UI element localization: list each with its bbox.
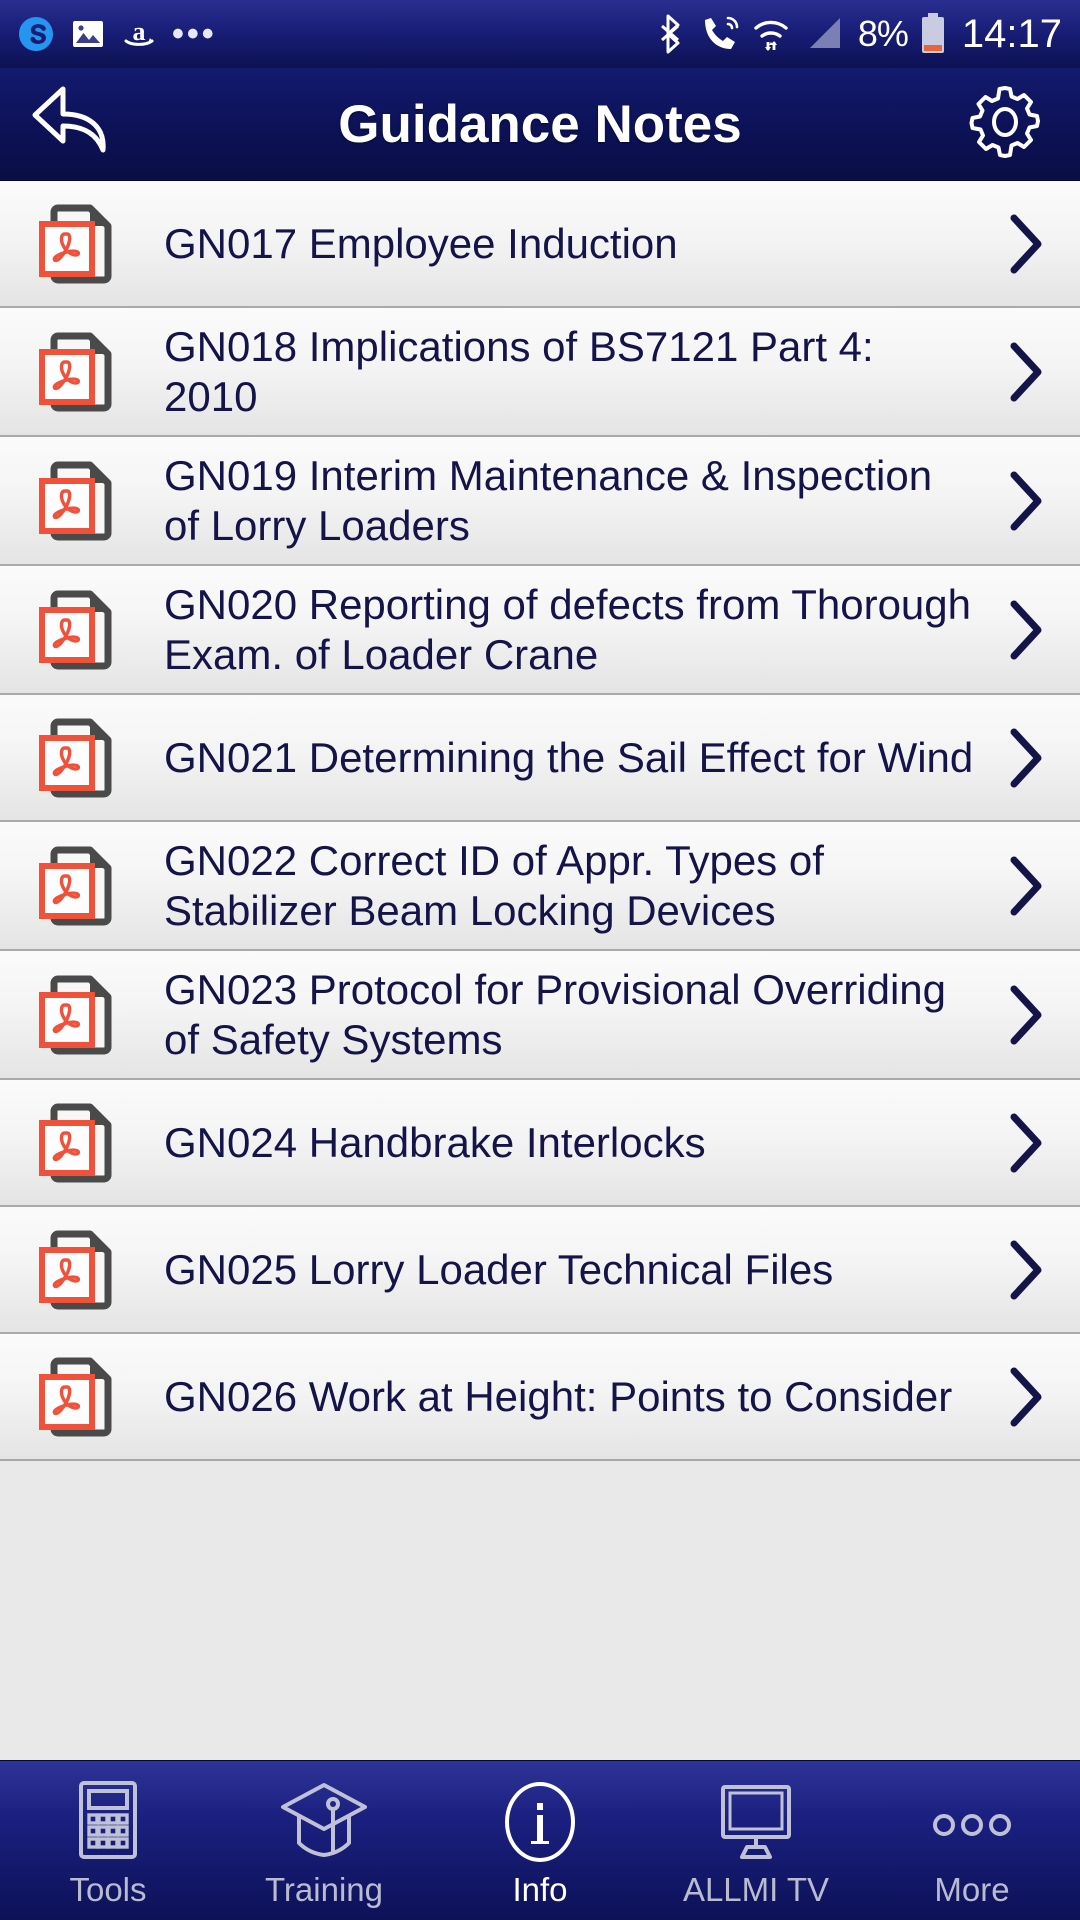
app-header: Guidance Notes [0,68,1080,181]
signal-icon [802,12,848,56]
status-bar: a ••• 8% 14:17 [0,0,1080,68]
gear-icon [964,81,1046,168]
pdf-file-icon [34,838,130,934]
tab-label: Training [265,1870,383,1908]
chevron-right-icon [996,598,1056,662]
tab-label: ALLMI TV [682,1870,830,1908]
calculator-icon [69,1779,147,1865]
list-item-label: GN019 Interim Maintenance & Inspection o… [164,452,933,549]
list-item-label: GN020 Reporting of defects from Thorough… [164,581,972,678]
pdf-file-icon [34,1095,130,1191]
bluetooth-icon [658,12,688,56]
chevron-right-icon [996,212,1056,276]
chevron-right-icon [996,854,1056,918]
pdf-file-icon [34,710,130,806]
amazon-icon: a [120,15,158,53]
chevron-right-icon [996,1238,1056,1302]
ellipsis-icon [920,1779,1024,1865]
battery-icon [918,11,948,57]
list-item[interactable]: GN019 Interim Maintenance & Inspection o… [0,437,1080,567]
graduation-cap-icon [277,1779,371,1865]
pdf-file-icon [34,1349,130,1445]
chevron-right-icon [996,1365,1056,1429]
more-notifications-icon: ••• [172,14,217,53]
chevron-right-icon [996,469,1056,533]
list-item-label: GN018 Implications of BS7121 Part 4: 201… [164,323,874,420]
list-item-label: GN026 Work at Height: Points to Consider [164,1373,953,1421]
back-arrow-icon [27,81,123,168]
list-item-label: GN017 Employee Induction [164,219,678,267]
tab-tools[interactable]: Tools [0,1761,216,1920]
tab-info[interactable]: Info [432,1761,648,1920]
chevron-right-icon [996,340,1056,404]
chevron-right-icon [996,983,1056,1047]
pdf-file-icon [34,324,130,420]
clock-label: 14:17 [961,11,1062,56]
bottom-tab-bar[interactable]: Tools Training Info ALLMI TV More [0,1760,1080,1920]
list-item-label: GN022 Correct ID of Appr. Types of Stabi… [164,837,824,934]
tab-training[interactable]: Training [216,1761,432,1920]
list-item[interactable]: GN022 Correct ID of Appr. Types of Stabi… [0,822,1080,952]
list-item-label: GN023 Protocol for Provisional Overridin… [164,966,947,1063]
list-item-label: GN025 Lorry Loader Technical Files [164,1246,834,1294]
pdf-file-icon [34,453,130,549]
list-item[interactable]: GN018 Implications of BS7121 Part 4: 201… [0,308,1080,438]
tab-more[interactable]: More [864,1761,1080,1920]
tab-allmi-tv[interactable]: ALLMI TV [648,1761,864,1920]
list-item[interactable]: GN025 Lorry Loader Technical Files [0,1207,1080,1335]
battery-percent-label: 8% [857,13,909,54]
list-item[interactable]: GN021 Determining the Sail Effect for Wi… [0,695,1080,823]
chevron-right-icon [996,1111,1056,1175]
info-circle-icon [497,1779,583,1865]
skype-icon [16,14,56,54]
list-item-label: GN021 Determining the Sail Effect for Wi… [164,734,974,781]
chevron-right-icon [996,726,1056,790]
list-item[interactable]: GN023 Protocol for Provisional Overridin… [0,951,1080,1081]
list-item[interactable]: GN020 Reporting of defects from Thorough… [0,566,1080,696]
monitor-icon [709,1779,803,1865]
list-item[interactable]: GN026 Work at Height: Points to Consider [0,1334,1080,1462]
pdf-file-icon [34,1222,130,1318]
gallery-icon [70,16,106,52]
wifi-icon [750,12,792,56]
pdf-file-icon [34,967,130,1063]
status-bar-right-icons: 8% 14:17 [658,11,1062,57]
pdf-file-icon [34,582,130,678]
tab-label: Tools [69,1870,147,1908]
status-bar-left-icons: a ••• [16,14,217,54]
tab-label: Info [512,1870,568,1908]
back-button[interactable] [0,81,150,168]
call-icon [698,12,740,56]
pdf-file-icon [34,196,130,292]
svg-text:a: a [133,17,146,46]
app-root: a ••• 8% 14:17 Guidance Notes GN017 Empl… [0,0,1080,1920]
settings-button[interactable] [930,81,1080,168]
tab-label: More [934,1870,1010,1908]
list-item-label: GN024 Handbrake Interlocks [164,1119,706,1167]
page-title: Guidance Notes [338,94,742,154]
list-item[interactable]: GN017 Employee Induction [0,181,1080,308]
list-item[interactable]: GN024 Handbrake Interlocks [0,1080,1080,1208]
guidance-notes-list[interactable]: GN017 Employee Induction GN018 Implicati… [0,181,1080,1760]
